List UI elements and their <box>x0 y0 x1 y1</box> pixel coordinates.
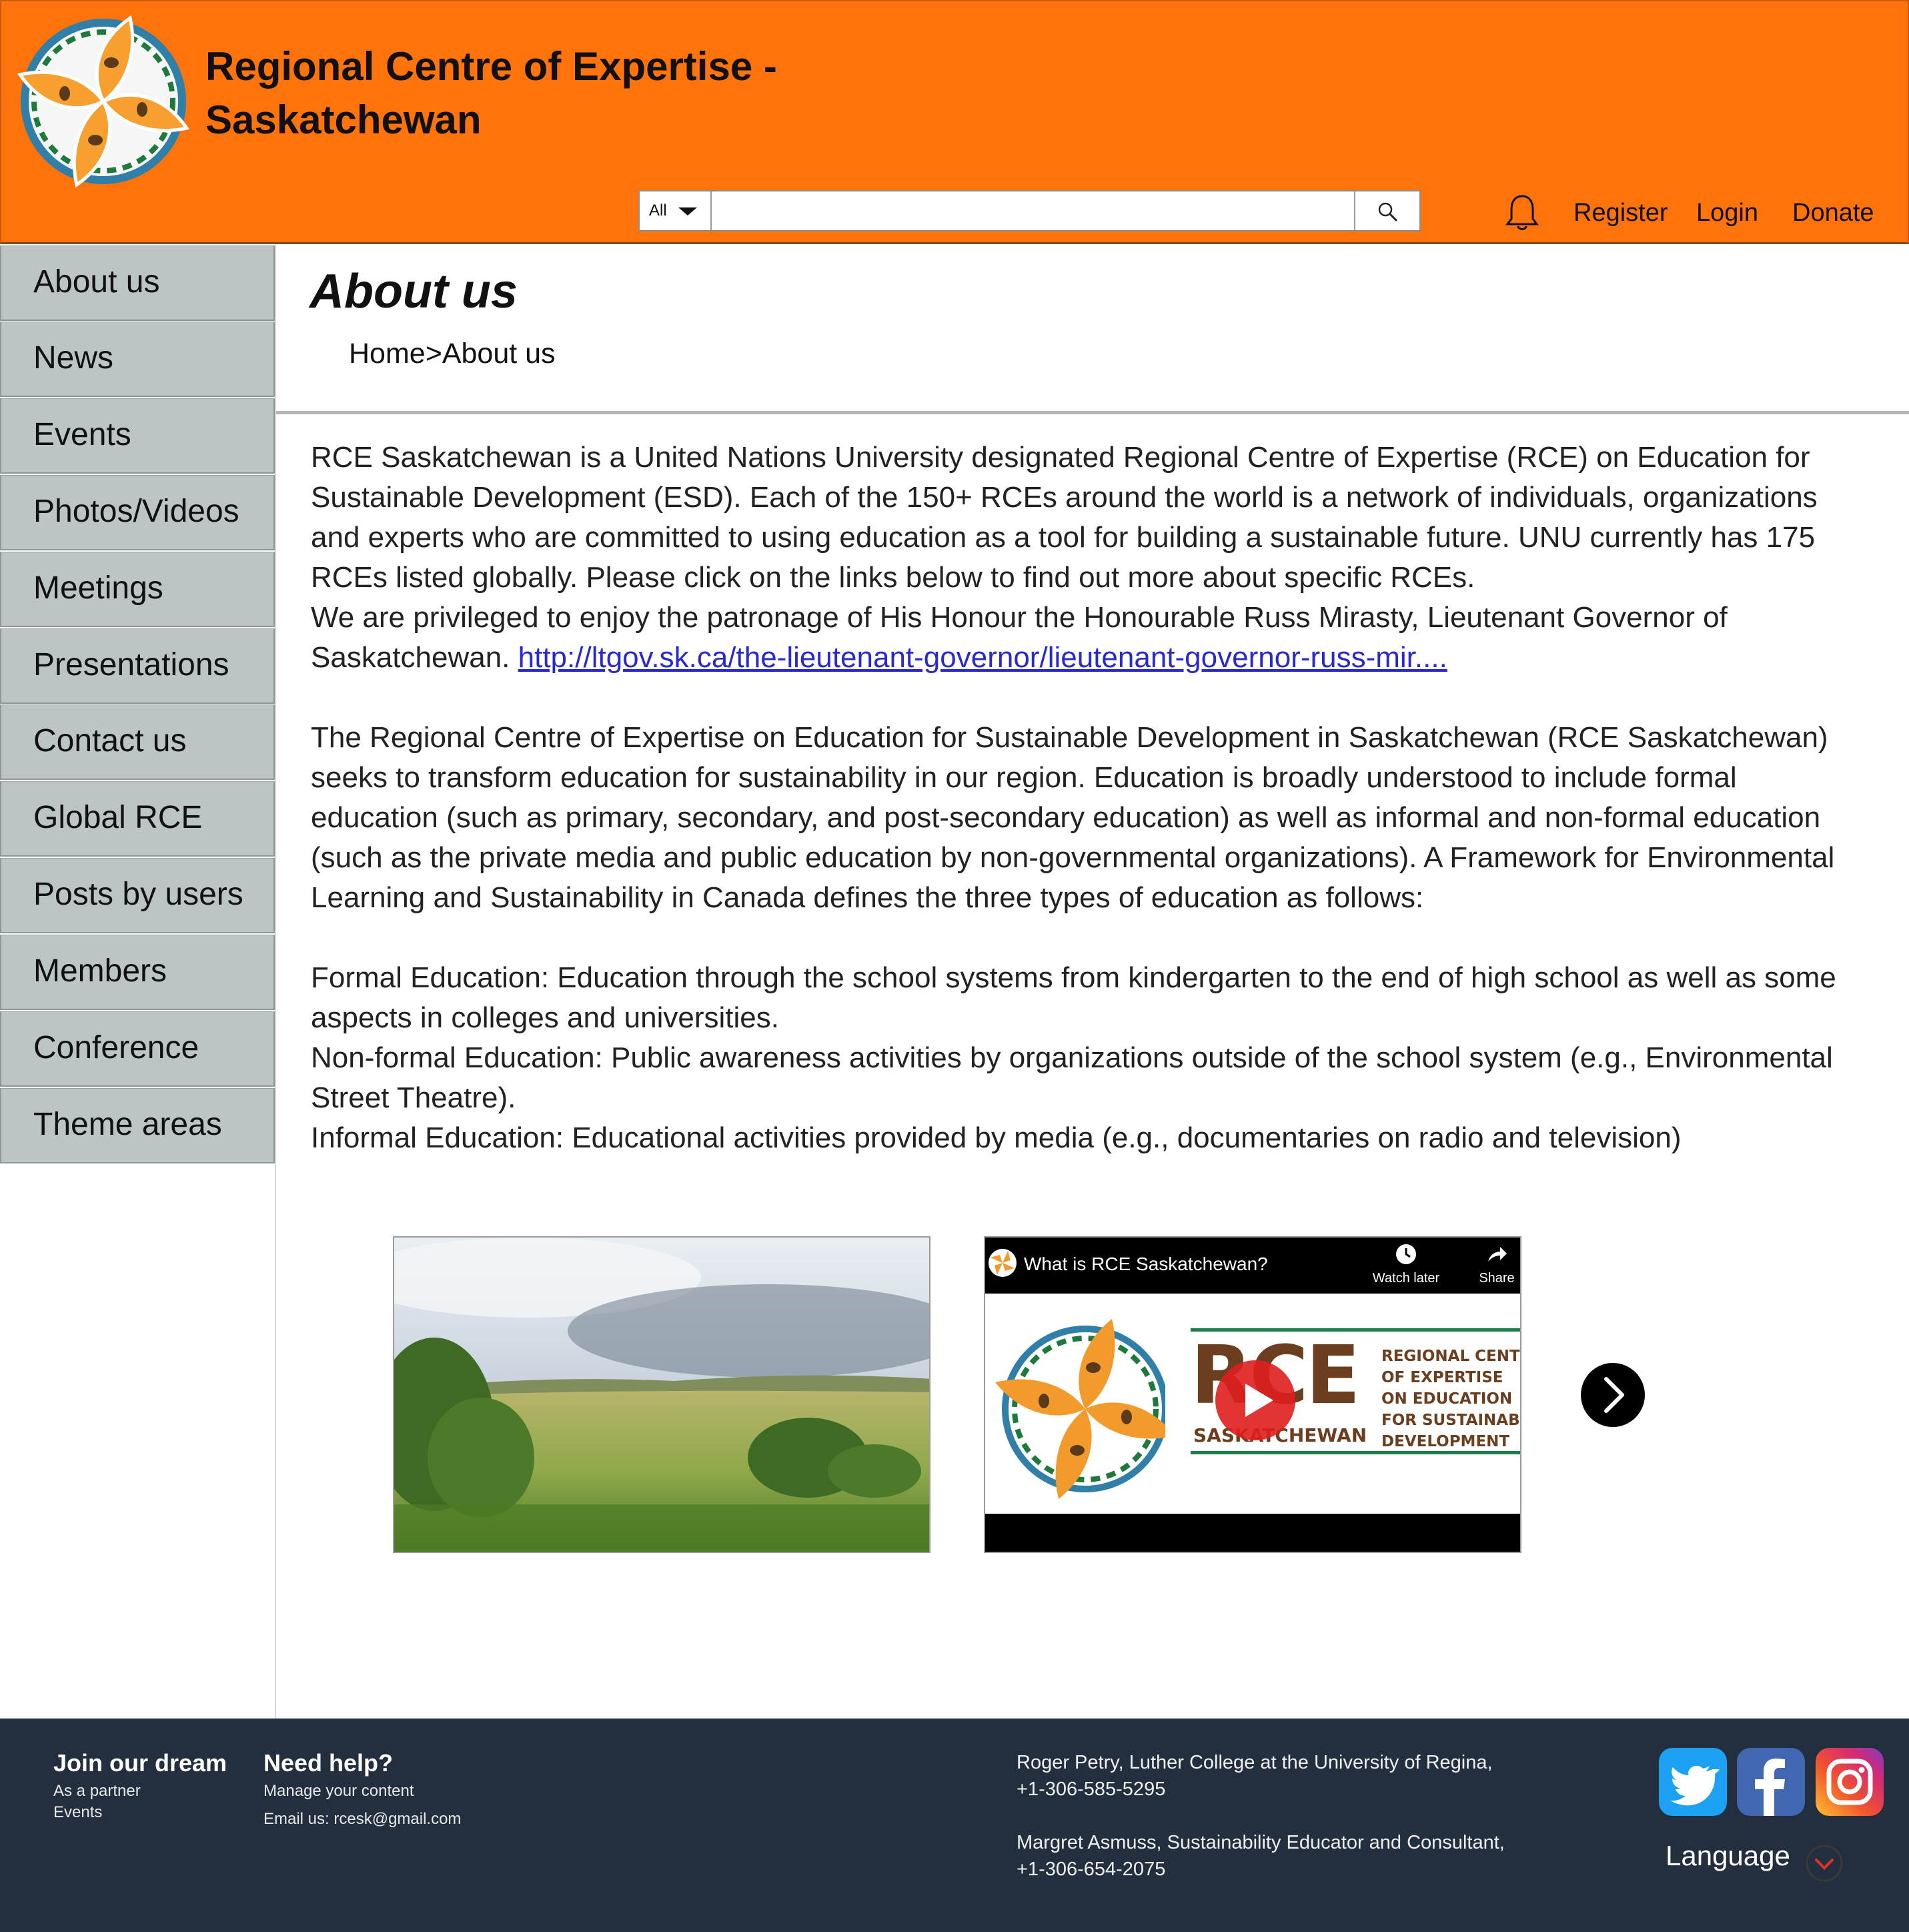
search-input[interactable] <box>713 191 1353 230</box>
site-title[interactable]: Regional Centre of Expertise - Saskatche… <box>205 40 806 147</box>
breadcrumb-current: About us <box>442 338 556 370</box>
instagram-icon[interactable] <box>1816 1748 1884 1816</box>
sidebar-item-photos-videos[interactable]: Photos/Videos <box>0 475 275 550</box>
site-title-line2: Saskatchewan <box>205 97 482 142</box>
site-title-line1: Regional Centre of Expertise - <box>205 44 777 89</box>
play-icon[interactable] <box>1213 1358 1297 1442</box>
footer-link-events[interactable]: Events <box>53 1803 102 1822</box>
sidebar-item-news[interactable]: News <box>0 322 275 397</box>
register-link[interactable]: Register <box>1573 199 1668 227</box>
footer-email-link[interactable]: Email us: rcesk@gmail.com <box>263 1810 461 1829</box>
share-label: Share <box>1479 1271 1515 1286</box>
share-button[interactable]: Share <box>1460 1243 1520 1286</box>
search-icon <box>1378 202 1397 221</box>
search-scope-value: All <box>649 201 667 219</box>
sidebar-item-posts-by-users[interactable]: Posts by users <box>0 858 275 933</box>
search-bar: All <box>638 190 1421 231</box>
video-player[interactable]: What is RCE Saskatchewan? Watch later Sh… <box>984 1236 1521 1553</box>
nonformal-education-text: Non-formal Education: Public awareness a… <box>311 1041 1833 1114</box>
lieutenant-governor-link[interactable]: http://ltgov.sk.ca/the-lieutenant-govern… <box>518 641 1447 674</box>
formal-education-text: Formal Education: Education through the … <box>311 961 1836 1034</box>
contact-margret-name: Margret Asmuss, Sustainability Educator … <box>1017 1832 1505 1853</box>
breadcrumb-separator: > <box>425 338 442 370</box>
need-help-heading: Need help? <box>263 1749 394 1777</box>
logo-tagline: REGIONAL CENTR OF EXPERTISE ON EDUCATION… <box>1381 1346 1521 1452</box>
clock-icon <box>1396 1244 1416 1264</box>
login-link[interactable]: Login <box>1696 199 1758 227</box>
language-selector[interactable]: Language <box>1666 1840 1790 1872</box>
mission-paragraph: The Regional Centre of Expertise on Educ… <box>311 721 1835 914</box>
header-divider <box>276 411 1909 414</box>
intro-paragraph: RCE Saskatchewan is a United Nations Uni… <box>311 441 1818 594</box>
channel-logo-icon[interactable] <box>988 1248 1017 1278</box>
video-header: What is RCE Saskatchewan? Watch later Sh… <box>985 1238 1520 1294</box>
logo-line: REGIONAL CENTR <box>1381 1348 1521 1365</box>
sidebar-item-conference[interactable]: Conference <box>0 1011 275 1087</box>
rce-logo-icon[interactable] <box>13 8 193 188</box>
logo-line: OF EXPERTISE <box>1381 1369 1503 1386</box>
footer-link-as-partner[interactable]: As a partner <box>53 1782 141 1801</box>
chevron-right-icon <box>1604 1377 1624 1413</box>
notification-bell-icon[interactable] <box>1505 193 1539 232</box>
site-header: Regional Centre of Expertise - Saskatche… <box>0 0 1909 244</box>
chevron-down-icon[interactable] <box>1805 1844 1844 1883</box>
contact-margret-phone[interactable]: +1-306-654-2075 <box>1017 1856 1550 1883</box>
watch-later-label: Watch later <box>1372 1271 1440 1286</box>
caret-down-icon <box>678 207 697 215</box>
carousel-next-button[interactable] <box>1581 1363 1645 1427</box>
facebook-icon[interactable] <box>1737 1748 1805 1816</box>
logo-line: ON EDUCATION <box>1381 1390 1513 1408</box>
join-dream-heading: Join our dream <box>53 1749 227 1777</box>
rce-emblem-icon <box>995 1319 1165 1499</box>
sidebar-nav: About us News Events Photos/Videos Meeti… <box>0 244 276 1719</box>
breadcrumb: Home>About us <box>349 338 556 370</box>
search-scope-dropdown[interactable]: All <box>640 191 712 230</box>
donate-link[interactable]: Donate <box>1792 199 1874 227</box>
sidebar-item-theme-areas[interactable]: Theme areas <box>0 1088 275 1163</box>
page-title: About us <box>309 265 518 318</box>
landscape-image <box>394 1238 929 1552</box>
share-icon <box>1488 1247 1507 1262</box>
video-thumbnail: RCE SASKATCHEWAN REGIONAL CENTR OF EXPER… <box>985 1294 1521 1514</box>
contact-roger-name: Roger Petry, Luther College at the Unive… <box>1017 1752 1493 1773</box>
watch-later-button[interactable]: Watch later <box>1369 1243 1443 1286</box>
contact-roger: Roger Petry, Luther College at the Unive… <box>1017 1749 1550 1803</box>
contact-margret: Margret Asmuss, Sustainability Educator … <box>1017 1829 1550 1883</box>
logo-line: DEVELOPMENT <box>1381 1433 1510 1450</box>
sidebar-item-contact-us[interactable]: Contact us <box>0 704 275 780</box>
informal-education-text: Informal Education: Educational activiti… <box>311 1121 1682 1154</box>
about-content: RCE Saskatchewan is a United Nations Uni… <box>311 438 1865 1158</box>
sidebar-item-members[interactable]: Members <box>0 935 275 1010</box>
footer-link-manage-content[interactable]: Manage your content <box>263 1782 414 1801</box>
search-button[interactable] <box>1354 191 1419 230</box>
sidebar-item-about-us[interactable]: About us <box>0 246 275 321</box>
breadcrumb-home-link[interactable]: Home <box>349 338 426 370</box>
sidebar-item-meetings[interactable]: Meetings <box>0 552 275 627</box>
contact-roger-phone[interactable]: +1-306-585-5295 <box>1017 1776 1550 1803</box>
sidebar-item-global-rce[interactable]: Global RCE <box>0 781 275 857</box>
sidebar-item-events[interactable]: Events <box>0 398 275 474</box>
sidebar-item-presentations[interactable]: Presentations <box>0 628 275 704</box>
twitter-icon[interactable] <box>1659 1748 1727 1816</box>
prairie-landscape-photo[interactable] <box>393 1236 930 1553</box>
logo-line: FOR SUSTAINABL <box>1381 1412 1521 1429</box>
video-title[interactable]: What is RCE Saskatchewan? <box>1024 1254 1268 1275</box>
patronage-paragraph: We are privileged to enjoy the patronage… <box>311 598 1865 678</box>
